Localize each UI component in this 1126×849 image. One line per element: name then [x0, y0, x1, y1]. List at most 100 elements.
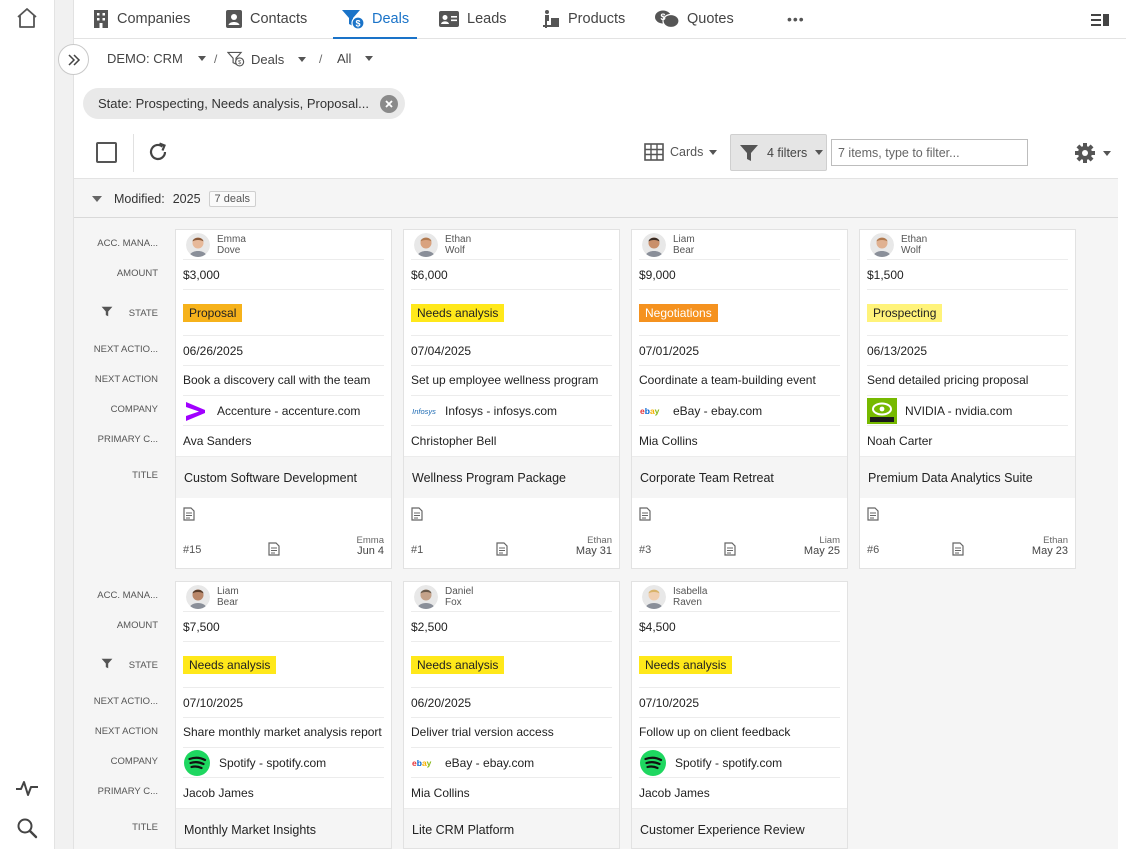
manager-name: Emma Dove	[217, 234, 246, 256]
field-label-text: ACC. MANA...	[97, 238, 158, 249]
nvidia-logo	[867, 397, 897, 424]
next-action: Follow up on client feedback	[639, 718, 840, 748]
manager-first-name: Emma	[217, 233, 246, 245]
deal-state: Needs analysis	[411, 642, 612, 688]
state-badge: Needs analysis	[639, 655, 733, 674]
breadcrumb-workspace[interactable]: DEMO: CRM	[107, 51, 206, 66]
expand-sidebar-button[interactable]	[58, 44, 89, 75]
id-card-icon	[439, 11, 459, 27]
manager-name: Daniel Fox	[445, 586, 473, 608]
deal-state: Negotiations	[639, 290, 840, 336]
company[interactable]: NVIDIA - nvidia.com	[867, 396, 1068, 426]
primary-contact[interactable]: Noah Carter	[867, 426, 1068, 456]
account-manager[interactable]: Ethan Wolf	[411, 230, 612, 260]
deal-amount: $1,500	[867, 260, 1068, 290]
settings-button[interactable]	[1074, 142, 1111, 164]
account-manager[interactable]: Daniel Fox	[411, 582, 612, 612]
home-icon[interactable]	[14, 5, 40, 31]
field-label-company: COMPANY	[111, 756, 158, 767]
activity-icon[interactable]	[14, 775, 40, 801]
tab-companies[interactable]: Companies	[92, 0, 190, 38]
primary-contact[interactable]: Mia Collins	[411, 778, 612, 808]
avatar	[642, 232, 666, 257]
deal-card[interactable]: Daniel Fox $2,500 Needs analysis 06/20/2025 D…	[403, 581, 620, 849]
account-manager[interactable]: Ethan Wolf	[867, 230, 1068, 260]
deal-card[interactable]: Isabella Raven $4,500 Needs analysis 07/10/2…	[631, 581, 848, 849]
tab-label: Deals	[372, 11, 410, 27]
deal-card[interactable]: Emma Dove $3,000 Proposal 06/26/2025 Book a d…	[175, 229, 392, 569]
deal-card[interactable]: Liam Bear $9,000 Negotiations 07/01/2025 Coor…	[631, 229, 848, 569]
deal-state: Needs analysis	[183, 642, 384, 688]
manager-name: Ethan Wolf	[445, 234, 471, 256]
tab-leads[interactable]: Leads	[438, 0, 507, 38]
field-label-text: TITLE	[132, 470, 158, 481]
cards-board: ACC. MANA... AMOUNT STATE NEXT ACTIO... NEXT…	[74, 218, 1118, 849]
field-label-text: NEXT ACTIO...	[93, 344, 158, 355]
filter-input[interactable]	[831, 139, 1028, 166]
deal-card[interactable]: Ethan Wolf $6,000 Needs analysis 07/04/2025 S…	[403, 229, 620, 569]
more-tabs-icon[interactable]: •••	[787, 0, 805, 38]
accenture-logo	[183, 399, 209, 423]
tab-contacts[interactable]: Contacts	[225, 0, 307, 38]
field-label-next-action: NEXT ACTION	[95, 726, 158, 737]
company[interactable]: Accenture - accenture.com	[183, 396, 384, 426]
deal-card[interactable]: Liam Bear $7,500 Needs analysis 07/10/2025 Sh…	[175, 581, 392, 849]
state-badge: Proposal	[183, 303, 243, 322]
funnel-icon[interactable]	[101, 306, 113, 320]
funnel-dollar-icon: $	[342, 10, 365, 30]
collapse-icon[interactable]	[92, 196, 102, 202]
funnel-icon[interactable]	[101, 658, 113, 672]
account-manager[interactable]: Liam Bear	[639, 230, 840, 260]
primary-contact[interactable]: Jacob James	[639, 778, 840, 808]
account-manager[interactable]: Emma Dove	[183, 230, 384, 260]
filter-chip[interactable]: State: Prospecting, Needs analysis, Prop…	[83, 88, 405, 119]
next-action-date: 06/13/2025	[867, 336, 1068, 366]
dolly-icon	[543, 10, 559, 28]
deal-card[interactable]: Ethan Wolf $1,500 Prospecting 06/13/2025 Send…	[859, 229, 1076, 569]
primary-contact[interactable]: Mia Collins	[639, 426, 840, 456]
primary-contact[interactable]: Jacob James	[183, 778, 384, 808]
state-badge: Needs analysis	[411, 655, 505, 674]
tab-deals[interactable]: $ Deals	[332, 0, 418, 39]
field-label-text: ACC. MANA...	[97, 590, 158, 601]
primary-contact[interactable]: Christopher Bell	[411, 426, 612, 456]
manager-last-name: Wolf	[445, 244, 465, 256]
filters-button[interactable]: 4 filters	[730, 134, 827, 171]
gear-icon	[1075, 143, 1095, 163]
document-icon	[724, 542, 736, 559]
view-mode-label: Cards	[670, 145, 704, 159]
field-label-next-date: NEXT ACTIO...	[94, 344, 158, 355]
close-icon[interactable]	[380, 95, 398, 113]
company[interactable]: Spotify - spotify.com	[639, 748, 840, 778]
contact-card-icon	[226, 10, 242, 28]
next-action-date: 07/01/2025	[639, 336, 840, 366]
account-manager[interactable]: Isabella Raven	[639, 582, 840, 612]
deal-amount: $4,500	[639, 612, 840, 642]
company[interactable]: ebay eBay - ebay.com	[411, 748, 612, 778]
account-manager[interactable]: Liam Bear	[183, 582, 384, 612]
company[interactable]: ebay eBay - ebay.com	[639, 396, 840, 426]
group-header[interactable]: Modified: 2025 7 deals	[74, 178, 1118, 218]
company[interactable]: Spotify - spotify.com	[183, 748, 384, 778]
company-name: eBay - ebay.com	[445, 755, 535, 770]
group-value: 2025	[172, 192, 201, 206]
breadcrumb-view[interactable]: All	[337, 51, 374, 66]
spotify-logo	[639, 749, 667, 777]
breadcrumb-module[interactable]: $ Deals	[227, 51, 307, 67]
primary-contact[interactable]: Ava Sanders	[183, 426, 384, 456]
field-label-manager: ACC. MANA...	[97, 238, 158, 249]
refresh-button[interactable]	[147, 141, 169, 166]
next-action: Book a discovery call with the team	[183, 366, 384, 396]
tab-quotes[interactable]: $ Quotes	[654, 0, 734, 38]
group-field: Modified:	[114, 192, 165, 206]
chevrons-right-icon	[67, 53, 80, 66]
panel-layout-icon[interactable]	[1090, 13, 1110, 30]
field-label-state: STATE	[101, 658, 158, 672]
view-mode-button[interactable]: Cards	[644, 141, 718, 163]
tab-products[interactable]: Products	[541, 0, 625, 38]
chevron-down-icon	[197, 56, 206, 61]
manager-name: Liam Bear	[217, 586, 239, 608]
company[interactable]: Infosys Infosys - infosys.com	[411, 396, 612, 426]
search-icon[interactable]	[14, 815, 40, 841]
select-all-checkbox[interactable]	[96, 142, 117, 163]
